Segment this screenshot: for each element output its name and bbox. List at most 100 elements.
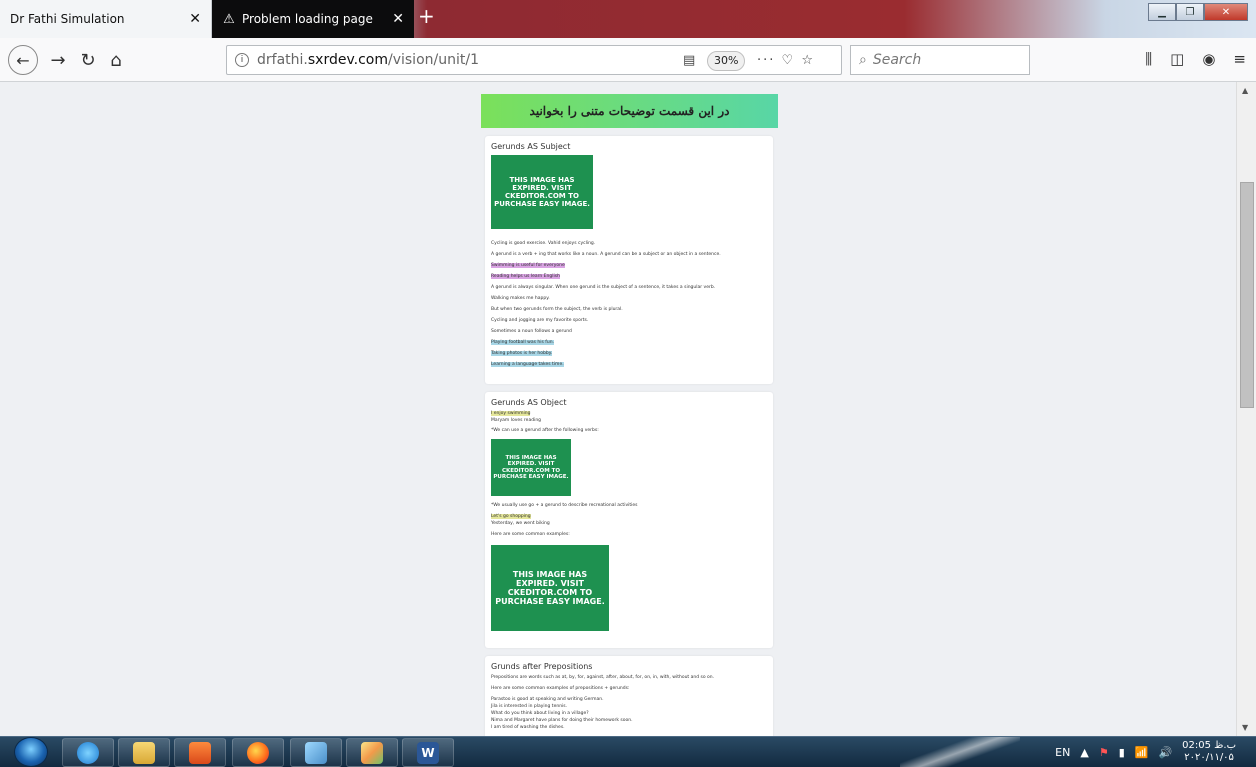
window-controls: ▁ ❐ ✕ [1148,3,1248,21]
reload-button[interactable]: ↻ [76,48,100,72]
taskbar-notepad[interactable] [290,738,342,767]
text-line: I am tired of washing the dishes. [491,725,565,730]
paint-icon [361,741,383,764]
clock-time: 02:05 ب.ظ [1182,740,1236,751]
sidebar-icon[interactable]: ◫ [1170,50,1184,68]
text-line: Maryam loves reading [491,418,542,423]
clock[interactable]: 02:05 ب.ظ ۲۰۲۰/۱۱/۰۵ [1182,740,1236,764]
text-line: A gerund is a verb + ing that works like… [491,252,721,257]
clock-date: ۲۰۲۰/۱۱/۰۵ [1184,752,1234,763]
internet-explorer-icon [77,741,99,764]
card-title: Gerunds AS Subject [491,142,571,151]
taskbar-media-player[interactable] [174,738,226,767]
home-button[interactable]: ⌂ [104,48,128,72]
new-tab-button[interactable]: + [418,4,435,28]
expired-image: THIS IMAGE HAS EXPIRED. VISIT CKEDITOR.C… [491,439,571,496]
library-icon[interactable]: ⫼ [1145,50,1152,68]
signal-icon[interactable]: 📶 [1135,746,1149,759]
folder-icon [133,741,155,764]
system-tray: EN ▲ ⚑ ▮ 📶 🔊 02:05 ب.ظ ۲۰۲۰/۱۱/۰۵ [1055,737,1236,767]
vertical-scrollbar[interactable]: ▲ ▼ [1236,82,1256,736]
page-actions-icons[interactable]: ··· ♡ ☆ [757,53,815,68]
taskbar-glare [900,737,1020,767]
battery-icon[interactable]: ▮ [1119,746,1125,759]
url-bar[interactable]: i drfathi.sxrdev.com/vision/unit/1 ▤ 30%… [226,45,842,75]
tab-label: Dr Fathi Simulation [10,12,125,26]
taskbar-word[interactable]: W [402,738,454,767]
word-icon: W [417,741,439,764]
url-text: drfathi.sxrdev.com/vision/unit/1 [257,52,479,68]
search-input[interactable]: ⌕ Search [850,45,1030,75]
text-line: Jila is interested in playing tennis. [491,704,568,709]
scrollbar-thumb[interactable] [1240,182,1254,408]
text-line: Here are some common examples of preposi… [491,686,630,691]
maximize-button[interactable]: ❐ [1176,3,1204,21]
forward-button[interactable]: → [46,48,70,72]
show-hidden-icons-icon[interactable]: ▲ [1080,746,1088,759]
text-line: Learning a language takes time. [491,362,564,367]
close-tab-icon[interactable]: ✕ [189,11,201,27]
text-line: Cycling and jogging are my favorite spor… [491,318,589,323]
close-tab-icon[interactable]: ✕ [392,11,404,27]
text-line: But when two gerunds form the subject, t… [491,307,623,312]
start-button[interactable] [14,737,48,767]
volume-icon[interactable]: 🔊 [1158,746,1172,759]
scroll-down-arrow-icon[interactable]: ▼ [1242,723,1248,732]
text-line: Here are some common examples: [491,532,570,537]
text-line: Nima and Margaret have plans for doing t… [491,718,633,723]
account-icon[interactable]: ◉ [1202,50,1215,68]
info-icon[interactable]: i [235,53,249,67]
tab-dr-fathi-simulation[interactable]: Dr Fathi Simulation ✕ [0,0,212,38]
text-line: Let's go shopping [491,514,531,519]
firefox-icon [247,741,269,764]
reader-view-icon[interactable]: ▤ [683,53,695,68]
text-line: Playing football was his fun. [491,340,554,345]
zoom-level-badge[interactable]: 30% [707,51,746,71]
card-gerunds-as-subject: Gerunds AS Subject THIS IMAGE HAS EXPIRE… [485,136,773,384]
search-placeholder: Search [872,52,922,68]
text-line: Reading helps us learn English [491,274,560,279]
window-close-button[interactable]: ✕ [1204,3,1248,21]
text-line: Taking photos is her hobby. [491,351,553,356]
text-line: Prepositions are words such as at, by, f… [491,675,715,680]
search-icon: ⌕ [859,52,867,68]
language-indicator[interactable]: EN [1055,746,1070,759]
notepad-icon [305,741,327,764]
scroll-up-arrow-icon[interactable]: ▲ [1242,86,1248,95]
card-gerunds-after-prepositions: Grunds after Prepositions Prepositions a… [485,656,773,736]
text-line: Swimming is useful for everyone [491,263,565,268]
text-line: Cycling is good exercise. Vahid enjoys c… [491,241,596,246]
tab-problem-loading-page[interactable]: ⚠ Problem loading page ✕ [212,0,414,38]
text-line: Walking makes me happy. [491,296,550,301]
warning-icon: ⚠ [223,11,235,27]
network-error-icon[interactable]: ⚑ [1099,746,1109,759]
expired-image: THIS IMAGE HAS EXPIRED. VISIT CKEDITOR.C… [491,545,609,631]
navigation-toolbar: ← → ↻ ⌂ i drfathi.sxrdev.com/vision/unit… [0,38,1256,82]
toolbar-icons: ⫼ ◫ ◉ ≡ [1145,50,1246,68]
text-line: Parastoo is good at speaking and writing… [491,697,604,702]
text-line: What do you think about living in a vill… [491,711,589,716]
back-button[interactable]: ← [8,45,38,75]
card-title: Gerunds AS Object [491,398,567,407]
text-line: *We can use a gerund after the following… [491,428,599,433]
expired-image: THIS IMAGE HAS EXPIRED. VISIT CKEDITOR.C… [491,155,593,229]
minimize-button[interactable]: ▁ [1148,3,1176,21]
browser-title-bar: Dr Fathi Simulation ✕ ⚠ Problem loading … [0,0,1256,38]
windows-taskbar: W EN ▲ ⚑ ▮ 📶 🔊 02:05 ب.ظ ۲۰۲۰/۱۱/۰۵ [0,736,1256,767]
card-title: Grunds after Prepositions [491,662,593,671]
taskbar-internet-explorer[interactable] [62,738,114,767]
text-line: Yesterday, we went biking [491,521,550,526]
page-content: در این قسمت توضیحات متنی را بخوانید Geru… [0,82,1236,736]
taskbar-firefox[interactable] [232,738,284,767]
tab-label: Problem loading page [242,12,373,26]
menu-icon[interactable]: ≡ [1233,50,1246,68]
text-line: *We usually use go + a gerund to describ… [491,503,638,508]
text-line: A gerund is always singular. When one ge… [491,285,716,290]
text-line: Sometimes a noun follows a gerund [491,329,572,334]
media-player-icon [189,741,211,764]
taskbar-paint[interactable] [346,738,398,767]
taskbar-file-explorer[interactable] [118,738,170,767]
card-gerunds-as-object: Gerunds AS Object I enjoy swimming Marya… [485,392,773,648]
section-banner: در این قسمت توضیحات متنی را بخوانید [481,94,778,128]
text-line: I enjoy swimming [491,411,531,416]
